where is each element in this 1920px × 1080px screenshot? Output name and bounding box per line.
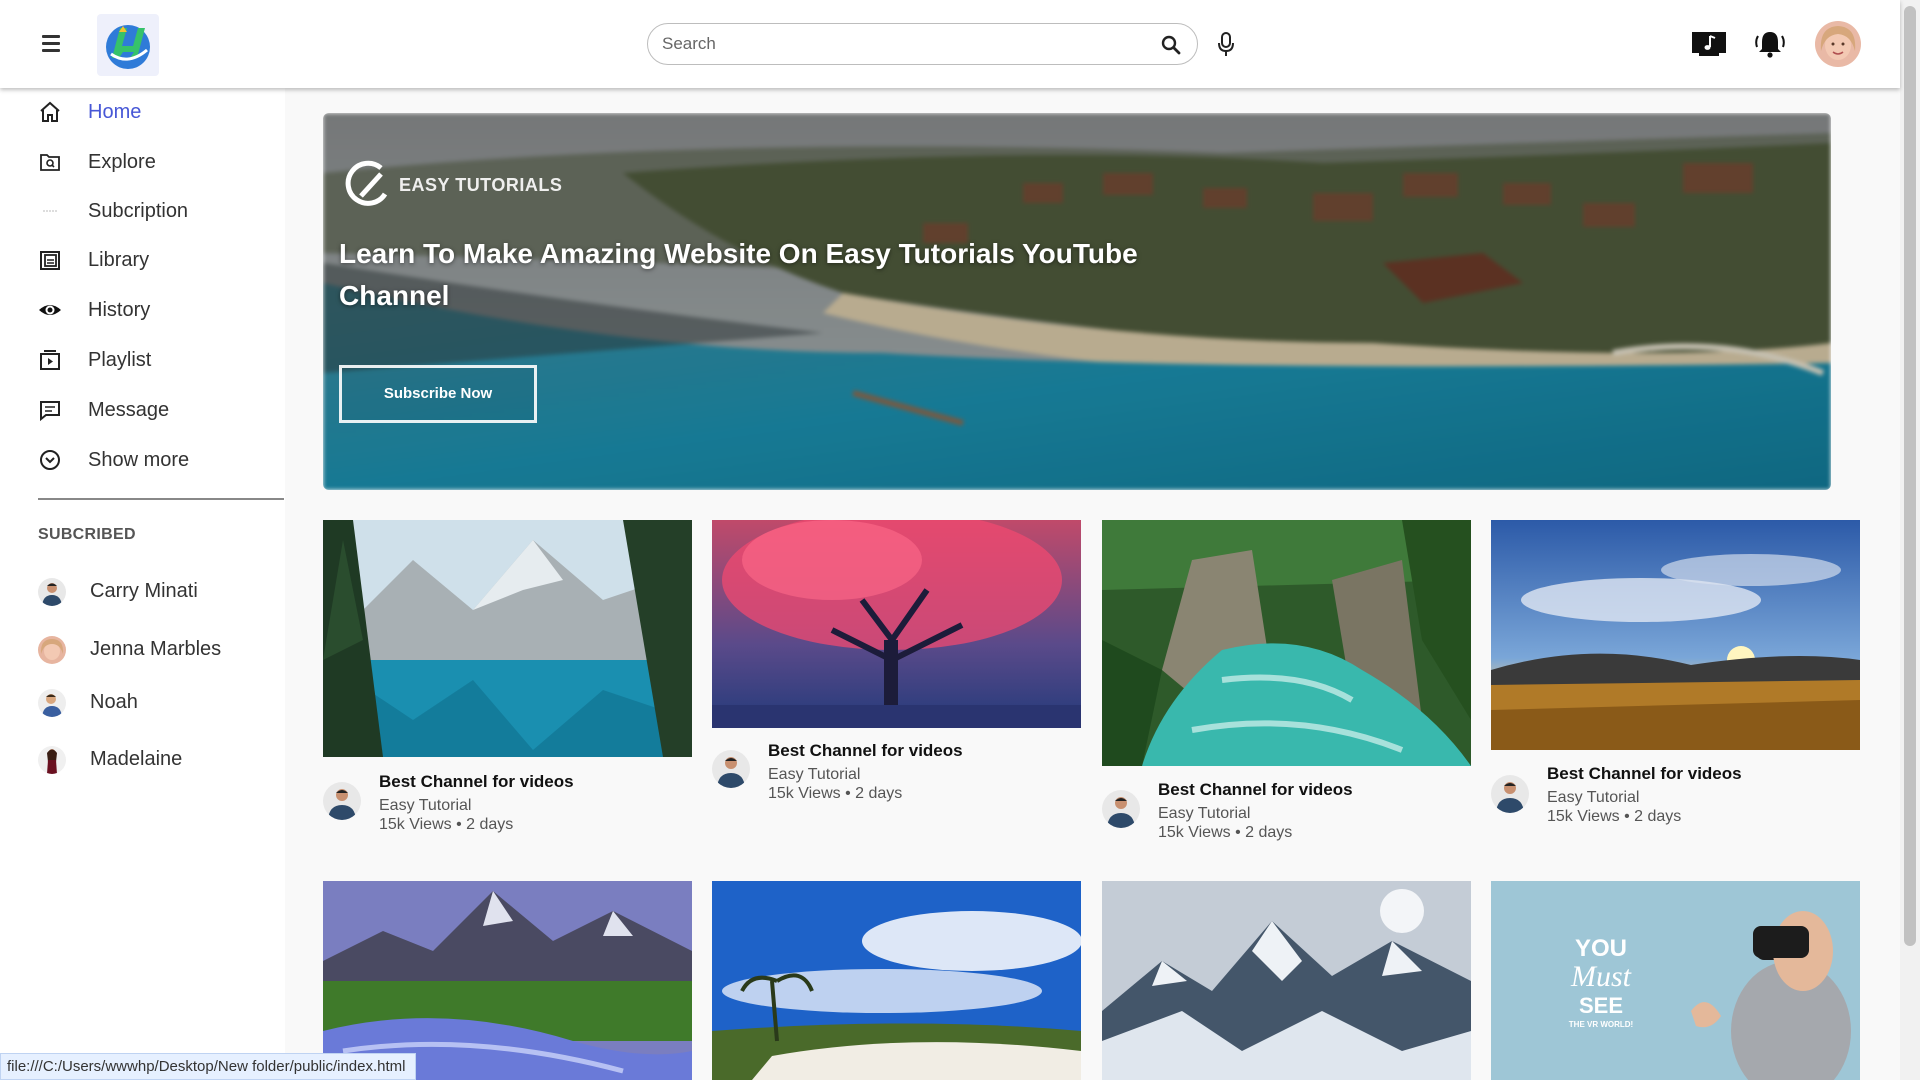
channel-avatar[interactable]: [1102, 790, 1140, 828]
easy-tutorials-logo-icon: [345, 160, 388, 206]
video-channel[interactable]: Easy Tutorial: [1158, 805, 1250, 823]
video-channel[interactable]: Easy Tutorial: [768, 766, 860, 784]
subscription-name: Madelaine: [90, 748, 183, 770]
video-thumbnail[interactable]: [712, 520, 1081, 728]
search-icon[interactable]: [1159, 33, 1183, 57]
ad-text-line: THE VR WORLD!: [1569, 1020, 1633, 1029]
sidebar-item-label: Explore: [88, 151, 156, 173]
sidebar-item-playlist[interactable]: Playlist: [0, 338, 285, 382]
hamburger-menu-icon[interactable]: [39, 32, 63, 56]
subscription-jenna-marbles[interactable]: Jenna Marbles: [0, 626, 285, 676]
history-eye-icon: [39, 305, 61, 315]
subscribe-button[interactable]: Subscribe Now: [339, 365, 537, 423]
video-card[interactable]: Best Channel for videos Easy Tutorial 15…: [323, 520, 692, 840]
channel-avatar[interactable]: [323, 782, 361, 820]
video-title[interactable]: Best Channel for videos: [1158, 780, 1353, 800]
sidebar-item-home[interactable]: Home: [0, 90, 285, 134]
library-icon: [40, 251, 60, 270]
sidebar-item-show-more[interactable]: Show more: [0, 438, 285, 482]
sidebar-item-label: Library: [88, 249, 150, 271]
microphone-icon[interactable]: [1214, 30, 1238, 58]
chevron-down-circle-icon: [40, 450, 60, 470]
video-thumbnail[interactable]: [323, 520, 692, 757]
ad-text-line: SEE: [1579, 993, 1623, 1018]
home-icon: [40, 101, 60, 122]
video-channel[interactable]: Easy Tutorial: [1547, 789, 1639, 807]
video-card[interactable]: Best Channel for videos Easy Tutorial 15…: [1102, 520, 1471, 850]
top-bar: [0, 0, 1900, 88]
channel-avatar: [38, 636, 66, 664]
video-thumbnail[interactable]: [1102, 520, 1471, 766]
video-card[interactable]: [712, 881, 1081, 1080]
video-meta: 15k Views • 2 days: [379, 816, 514, 833]
subscription-carry-minati[interactable]: Carry Minati: [0, 568, 285, 618]
video-thumbnail[interactable]: [323, 881, 692, 1080]
video-thumbnail[interactable]: [712, 881, 1081, 1080]
banner-title: Learn To Make Amazing Website On Easy Tu…: [339, 238, 1138, 311]
subscription-name: Jenna Marbles: [90, 638, 222, 660]
channel-avatar: [38, 578, 66, 606]
playlist-icon: [40, 350, 60, 370]
sidebar-item-label: Subcription: [88, 200, 189, 222]
channel-avatar[interactable]: [1491, 775, 1529, 813]
video-card[interactable]: Best Channel for videos Easy Tutorial 15…: [712, 520, 1081, 820]
status-bar-url: file:///C:/Users/wwwhp/Desktop/New folde…: [0, 1053, 417, 1080]
subscription-name: Noah: [90, 691, 138, 713]
video-thumbnail[interactable]: [1491, 520, 1860, 750]
video-thumbnail[interactable]: YOU Must SEE THE VR WORLD!: [1491, 881, 1860, 1080]
channel-avatar: [38, 746, 66, 774]
video-meta: 15k Views • 2 days: [1158, 824, 1293, 841]
music-note-icon[interactable]: [1691, 29, 1727, 57]
app-logo-icon[interactable]: [97, 14, 159, 76]
sidebar: Home Explore Subcription Library History…: [0, 88, 285, 1080]
user-avatar[interactable]: [1815, 21, 1861, 67]
sidebar-item-history[interactable]: History: [0, 288, 285, 332]
video-title[interactable]: Best Channel for videos: [768, 741, 963, 761]
subscription-name: Carry Minati: [90, 580, 198, 602]
channel-avatar[interactable]: [712, 750, 750, 788]
video-title[interactable]: Best Channel for videos: [379, 772, 574, 792]
message-icon: [40, 401, 60, 422]
sidebar-item-explore[interactable]: Explore: [0, 140, 285, 184]
video-card[interactable]: [1102, 881, 1471, 1080]
video-meta: 15k Views • 2 days: [768, 785, 903, 802]
sidebar-divider: [38, 498, 284, 500]
sidebar-item-label: Message: [88, 399, 170, 421]
ad-text-line: Must: [1570, 960, 1632, 993]
scrollbar-thumb[interactable]: [1904, 6, 1916, 946]
video-card[interactable]: YOU Must SEE THE VR WORLD!: [1491, 881, 1860, 1080]
subscribed-heading: SUBCRIBED: [38, 526, 136, 543]
video-channel[interactable]: Easy Tutorial: [379, 797, 471, 815]
subscription-icon: [43, 210, 57, 212]
sidebar-item-message[interactable]: Message: [0, 388, 285, 432]
sidebar-item-label: Home: [88, 101, 142, 123]
search-input[interactable]: [662, 32, 1132, 56]
sidebar-item-label: Show more: [88, 449, 190, 471]
page-scrollbar[interactable]: [1900, 0, 1920, 1080]
hero-banner[interactable]: EASY TUTORIALS Learn To Make Amazing Web…: [323, 113, 1831, 490]
video-title[interactable]: Best Channel for videos: [1547, 764, 1742, 784]
ad-text-line: YOU: [1575, 935, 1627, 962]
search-box: [647, 23, 1198, 65]
subscription-madelaine[interactable]: Madelaine: [0, 736, 285, 786]
sidebar-item-label: History: [88, 299, 151, 321]
channel-avatar: [38, 689, 66, 717]
video-meta: 15k Views • 2 days: [1547, 808, 1682, 825]
sidebar-item-library[interactable]: Library: [0, 238, 285, 282]
sidebar-item-subscription[interactable]: Subcription: [0, 189, 285, 233]
subscription-noah[interactable]: Noah: [0, 679, 285, 729]
video-thumbnail[interactable]: [1102, 881, 1471, 1080]
explore-icon: [40, 154, 60, 171]
sidebar-item-label: Playlist: [88, 349, 152, 371]
video-card[interactable]: Best Channel for videos Easy Tutorial 15…: [1491, 520, 1860, 840]
banner-brand: EASY TUTORIALS: [399, 175, 563, 195]
notification-bell-icon[interactable]: [1753, 28, 1787, 60]
video-card[interactable]: [323, 881, 692, 1080]
